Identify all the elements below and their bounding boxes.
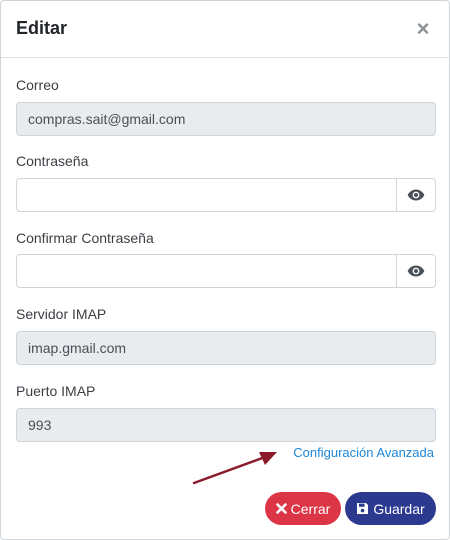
- servidor-field[interactable]: imap.gmail.com: [16, 331, 436, 365]
- servidor-label: Servidor IMAP: [16, 306, 107, 322]
- correo-label: Correo: [16, 77, 59, 93]
- confirmar-input[interactable]: [16, 254, 397, 288]
- edit-modal: Editar × Correo compras.sait@gmail.com C…: [0, 0, 450, 540]
- floppy-disk-icon: [356, 502, 369, 515]
- confirmar-group: [16, 254, 436, 288]
- guardar-button[interactable]: Guardar: [345, 492, 436, 525]
- arrow-icon: [192, 452, 277, 485]
- puerto-field[interactable]: 993: [16, 408, 436, 442]
- correo-field[interactable]: compras.sait@gmail.com: [16, 102, 436, 136]
- confirmar-label: Confirmar Contraseña: [16, 230, 154, 246]
- eye-icon: [407, 189, 425, 201]
- contrasena-label: Contraseña: [16, 153, 89, 169]
- advanced-config-link[interactable]: Configuración Avanzada: [293, 445, 434, 460]
- contrasena-input[interactable]: [16, 178, 397, 212]
- modal-header: Editar ×: [1, 1, 449, 58]
- close-button[interactable]: ×: [411, 15, 435, 43]
- guardar-label: Guardar: [373, 500, 425, 517]
- contrasena-group: [16, 178, 436, 212]
- puerto-label: Puerto IMAP: [16, 383, 96, 399]
- modal-title: Editar: [16, 18, 68, 38]
- eye-icon: [407, 265, 425, 277]
- toggle-password-button[interactable]: [396, 178, 436, 212]
- toggle-confirm-password-button[interactable]: [396, 254, 436, 288]
- cerrar-label: Cerrar: [290, 500, 331, 517]
- cerrar-button[interactable]: Cerrar: [265, 492, 341, 525]
- times-icon: [275, 503, 287, 514]
